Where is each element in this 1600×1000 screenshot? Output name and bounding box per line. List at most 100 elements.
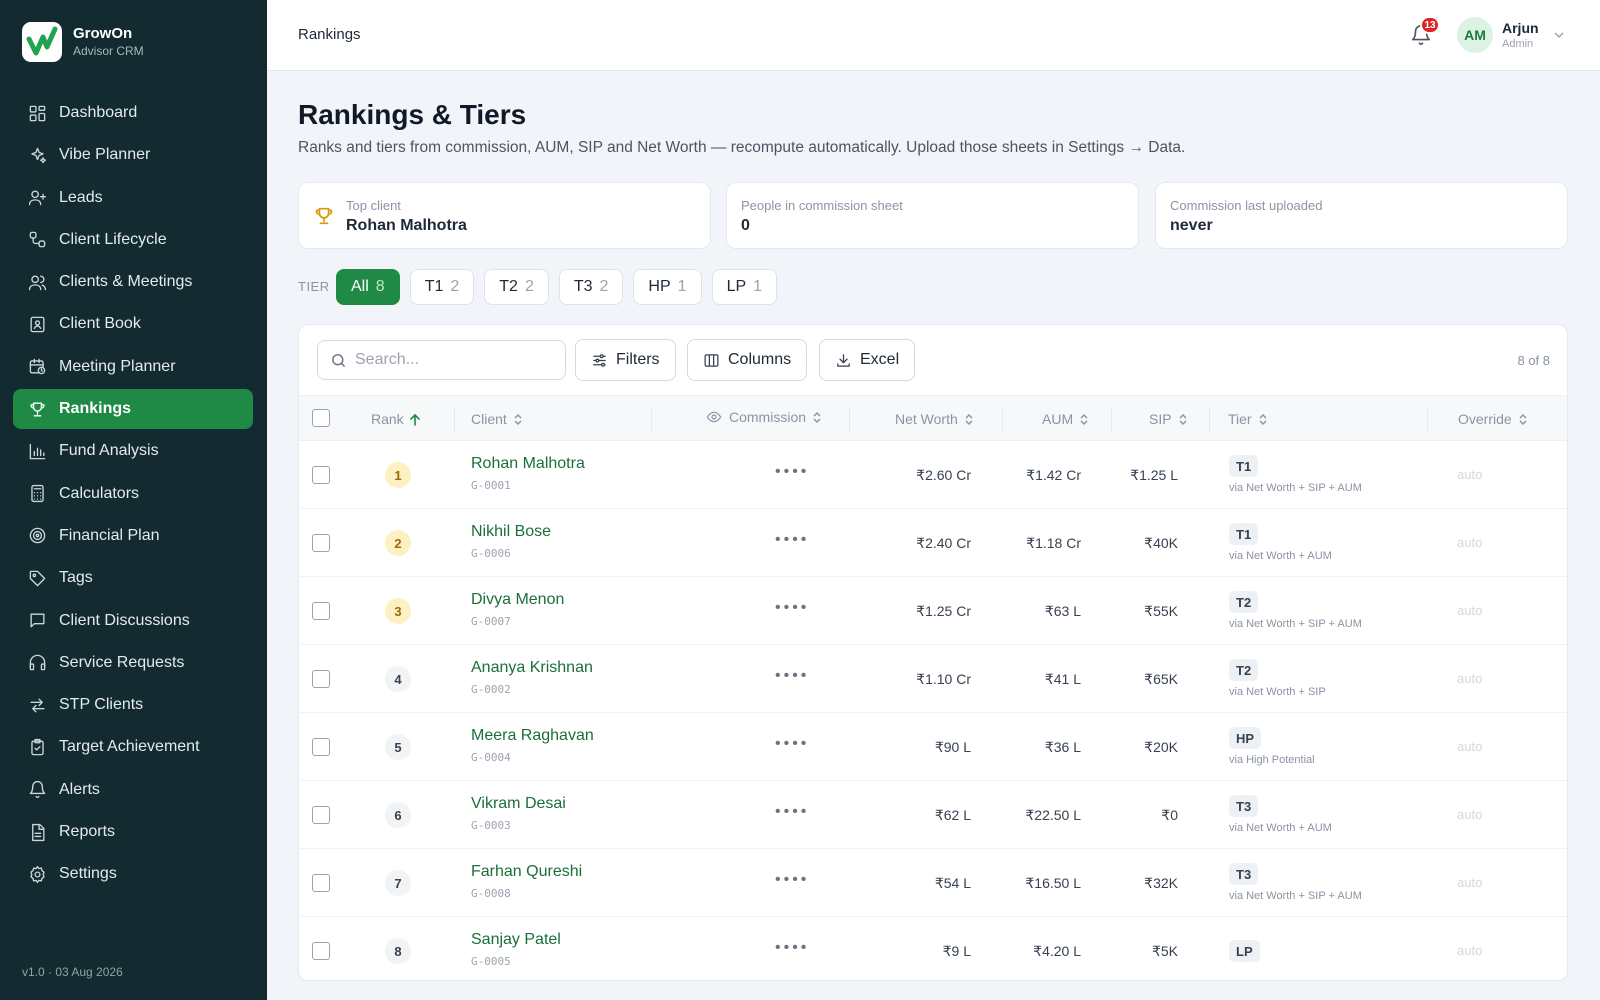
client-name-link[interactable]: Sanjay Patel [471, 931, 561, 949]
search-box[interactable] [317, 340, 566, 380]
sidebar-item-label: Target Achievement [59, 738, 200, 756]
sidebar-item-calculators[interactable]: Calculators [13, 474, 253, 514]
column-header-sip[interactable]: SIP [1149, 411, 1189, 427]
row-checkbox[interactable] [312, 670, 330, 688]
sidebar-item-label: Reports [59, 823, 116, 841]
row-checkbox[interactable] [312, 874, 330, 892]
sip-value: ₹1.25 L [1130, 467, 1178, 483]
tier-chip-t2[interactable]: T2 2 [484, 269, 549, 305]
column-header-net-worth[interactable]: Net Worth [895, 411, 975, 427]
override-value[interactable]: auto [1457, 467, 1482, 482]
table-row[interactable]: 1 Rohan Malhotra G-0001 •••• ₹2.60 Cr ₹1.42 C… [299, 441, 1567, 509]
column-label: AUM [1042, 411, 1074, 427]
override-value[interactable]: auto [1457, 875, 1482, 890]
table-row[interactable]: 7 Farhan Qureshi G-0008 •••• ₹54 L ₹16.50 L ₹3… [299, 849, 1567, 917]
sidebar-item-reports[interactable]: Reports [13, 812, 253, 852]
client-name-link[interactable]: Farhan Qureshi [471, 863, 582, 881]
sidebar-item-fund-analysis[interactable]: Fund Analysis [13, 431, 253, 471]
sidebar-item-tags[interactable]: Tags [13, 558, 253, 598]
row-checkbox[interactable] [312, 942, 330, 960]
table-row[interactable]: 8 Sanjay Patel G-0005 •••• ₹9 L ₹4.20 L ₹5K LP a… [299, 917, 1567, 980]
table-row[interactable]: 4 Ananya Krishnan G-0002 •••• ₹1.10 Cr ₹41 L ₹… [299, 645, 1567, 713]
select-all-checkbox[interactable] [312, 409, 330, 427]
file-text-icon [27, 822, 47, 842]
row-checkbox[interactable] [312, 534, 330, 552]
column-header-aum[interactable]: AUM [1042, 411, 1090, 427]
table-row[interactable]: 6 Vikram Desai G-0003 •••• ₹62 L ₹22.50 L ₹0 T3… [299, 781, 1567, 849]
sidebar-item-clients-meetings[interactable]: Clients & Meetings [13, 262, 253, 302]
commission-masked-value: •••• [775, 803, 810, 820]
sidebar-item-rankings[interactable]: Rankings [13, 389, 253, 430]
brand[interactable]: GrowOn Advisor CRM [22, 22, 144, 62]
tier-chip-count: 2 [450, 278, 460, 295]
tier-chip-t1[interactable]: T1 2 [409, 269, 475, 305]
table-row[interactable]: 3 Divya Menon G-0007 •••• ₹1.25 Cr ₹63 L ₹55K T… [299, 577, 1567, 645]
search-input[interactable] [355, 351, 545, 369]
override-value[interactable]: auto [1457, 807, 1482, 822]
tier-chip-t3[interactable]: T3 2 [558, 269, 624, 305]
column-divider [651, 407, 652, 431]
row-checkbox[interactable] [312, 602, 330, 620]
client-name-link[interactable]: Rohan Malhotra [471, 455, 585, 473]
excel-label: Excel [860, 351, 900, 368]
client-name-link[interactable]: Meera Raghavan [471, 727, 594, 745]
client-name-link[interactable]: Vikram Desai [471, 795, 566, 813]
sidebar-item-client-discussions[interactable]: Client Discussions [13, 601, 253, 641]
column-header-client[interactable]: Client [471, 411, 524, 427]
column-header-rank[interactable]: Rank [371, 411, 421, 427]
sidebar-item-leads[interactable]: Leads [13, 178, 253, 218]
avatar: AM [1457, 17, 1493, 53]
download-icon [837, 353, 850, 367]
sidebar-item-meeting-planner[interactable]: Meeting Planner [13, 347, 253, 387]
sidebar-item-dashboard[interactable]: Dashboard [13, 93, 253, 133]
tier-reason: via Net Worth + SIP + AUM [1229, 618, 1362, 630]
client-name-link[interactable]: Divya Menon [471, 591, 564, 609]
sidebar-item-alerts[interactable]: Alerts [13, 770, 253, 810]
tier-chip-count: 8 [375, 278, 385, 295]
sidebar-item-financial-plan[interactable]: Financial Plan [13, 516, 253, 556]
user-menu[interactable]: AM Arjun Admin [1457, 17, 1565, 53]
sidebar-item-target-achievement[interactable]: Target Achievement [13, 727, 253, 767]
tier-chip-all[interactable]: All 8 [336, 269, 400, 305]
column-header-tier[interactable]: Tier [1228, 411, 1269, 427]
table-row[interactable]: 5 Meera Raghavan G-0004 •••• ₹90 L ₹36 L ₹20K H… [299, 713, 1567, 781]
sidebar-item-stp-clients[interactable]: STP Clients [13, 685, 253, 725]
sidebar-item-vibe-planner[interactable]: Vibe Planner [13, 135, 253, 175]
override-value[interactable]: auto [1457, 671, 1482, 686]
filters-button[interactable]: Filters [575, 339, 676, 381]
column-divider [454, 407, 455, 431]
row-checkbox[interactable] [312, 738, 330, 756]
override-value[interactable]: auto [1457, 943, 1482, 958]
tier-badge: T2 [1229, 591, 1259, 613]
column-label: Override [1458, 411, 1512, 427]
calculator-icon [27, 484, 47, 504]
excel-export-button[interactable]: Excel [819, 339, 916, 381]
column-header-override[interactable]: Override [1458, 411, 1529, 427]
row-checkbox[interactable] [312, 806, 330, 824]
sidebar-item-client-book[interactable]: Client Book [13, 304, 253, 344]
override-value[interactable]: auto [1457, 603, 1482, 618]
row-checkbox[interactable] [312, 466, 330, 484]
sidebar-item-label: Meeting Planner [59, 357, 176, 375]
headphones-icon [27, 653, 47, 673]
table-row[interactable]: 2 Nikhil Bose G-0006 •••• ₹2.40 Cr ₹1.18 Cr ₹4… [299, 509, 1567, 577]
client-name-link[interactable]: Nikhil Bose [471, 523, 551, 541]
tier-chip-lp[interactable]: LP 1 [711, 269, 778, 305]
override-value[interactable]: auto [1457, 739, 1482, 754]
sidebar-item-client-lifecycle[interactable]: Client Lifecycle [13, 220, 253, 260]
tier-chip-hp[interactable]: HP 1 [633, 269, 702, 305]
sidebar-item-settings[interactable]: Settings [13, 854, 253, 894]
message-icon [27, 611, 47, 631]
override-value[interactable]: auto [1457, 535, 1482, 550]
sip-value: ₹5K [1151, 943, 1178, 959]
rank-badge: 4 [385, 666, 411, 692]
column-label: Client [471, 411, 507, 427]
column-label: Commission [729, 409, 807, 425]
column-header-commission[interactable]: Commission [706, 409, 823, 425]
client-name-link[interactable]: Ananya Krishnan [471, 659, 593, 677]
sidebar-item-service-requests[interactable]: Service Requests [13, 643, 253, 683]
sidebar-item-label: Client Book [59, 315, 141, 333]
column-label: Tier [1228, 411, 1252, 427]
columns-button[interactable]: Columns [687, 339, 808, 381]
rank-badge: 3 [385, 598, 411, 624]
